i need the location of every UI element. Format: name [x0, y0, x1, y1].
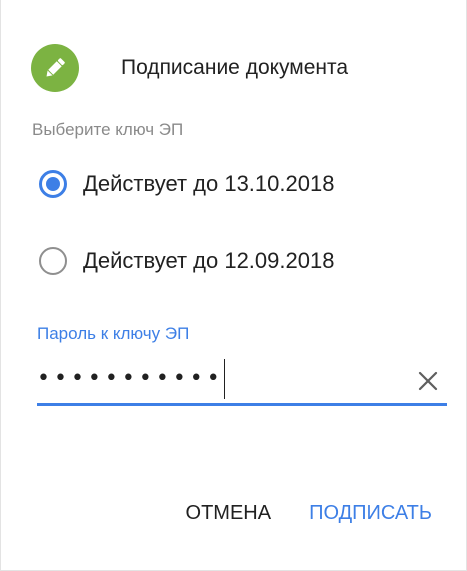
text-cursor: [223, 358, 225, 399]
radio-unchecked-icon[interactable]: [39, 247, 67, 275]
password-value[interactable]: •••••••••••: [37, 366, 224, 391]
key-option-label: Действует до 12.09.2018: [83, 248, 335, 273]
password-label: Пароль к ключу ЭП: [37, 324, 190, 343]
sign-document-dialog: Подписание документа Выберите ключ ЭП Де…: [0, 0, 467, 571]
pencil-icon: [31, 44, 79, 92]
key-option-2[interactable]: Действует до 12.09.2018: [39, 247, 334, 275]
dialog-header: Подписание документа: [31, 44, 348, 92]
sign-button[interactable]: ПОДПИСАТЬ: [305, 496, 436, 531]
key-option-label: Действует до 13.10.2018: [83, 171, 335, 196]
password-field[interactable]: •••••••••••: [37, 358, 447, 406]
key-select-label: Выберите ключ ЭП: [32, 120, 184, 139]
key-option-1[interactable]: Действует до 13.10.2018: [39, 170, 334, 198]
radio-checked-icon[interactable]: [39, 170, 67, 198]
dialog-title: Подписание документа: [121, 56, 349, 79]
close-icon[interactable]: [411, 364, 445, 398]
dialog-actions: ОТМЕНА ПОДПИСАТЬ: [182, 496, 436, 531]
cancel-button[interactable]: ОТМЕНА: [182, 496, 276, 531]
